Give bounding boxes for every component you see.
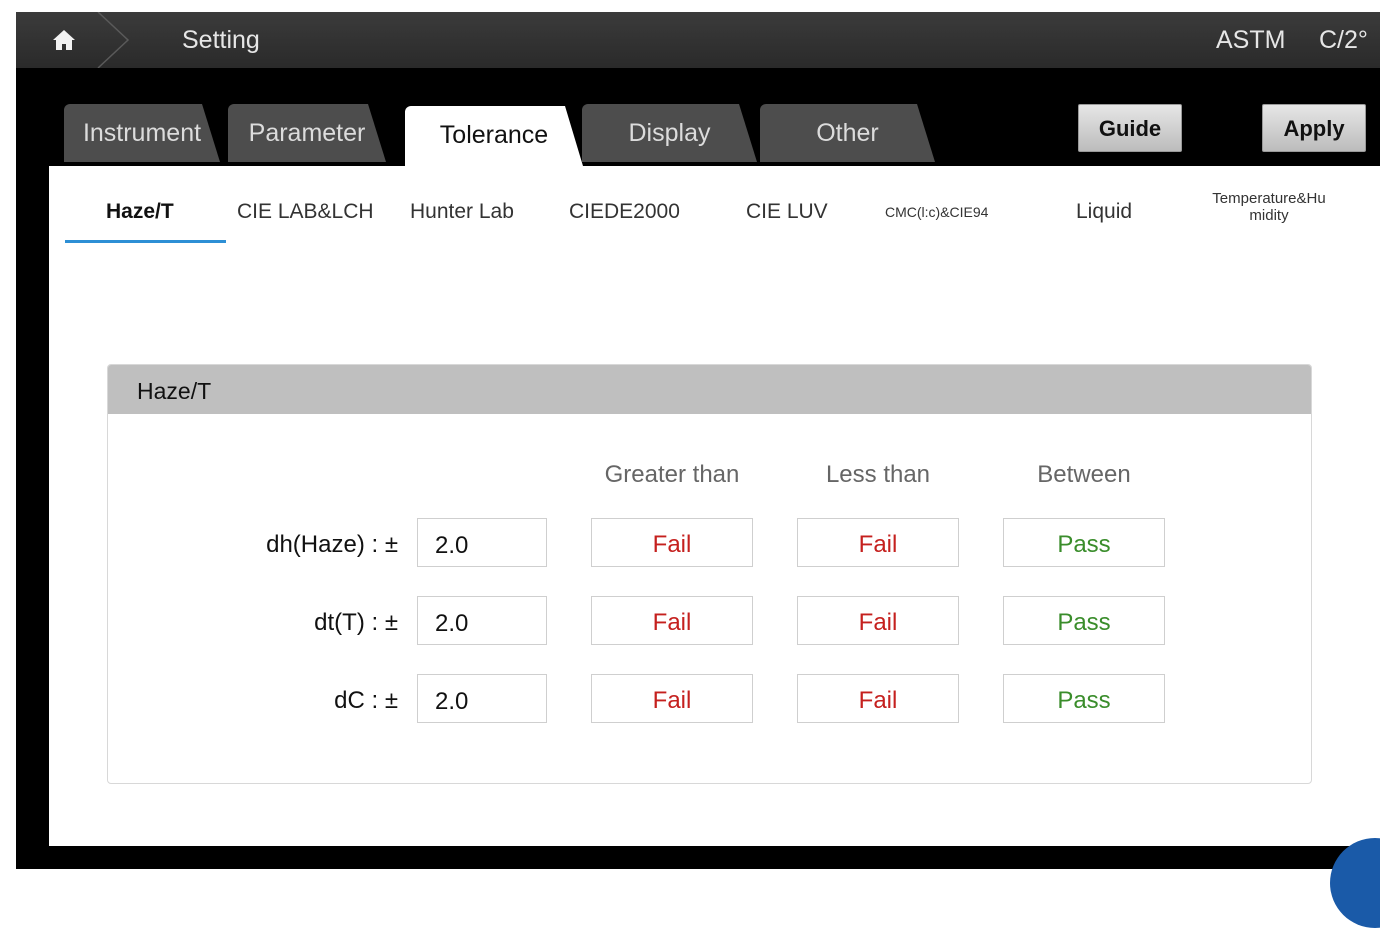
dc-input[interactable]: 2.0: [417, 674, 547, 723]
dh-haze-greater-than-button[interactable]: Fail: [591, 518, 753, 567]
dt-t-input[interactable]: 2.0: [417, 596, 547, 645]
tab-tolerance[interactable]: Tolerance: [405, 106, 583, 166]
subtab-temperature-humidity[interactable]: Temperature&Hu midity: [1199, 190, 1339, 224]
subtab-ciede2000[interactable]: CIEDE2000: [569, 200, 680, 224]
subtab-cie-luv[interactable]: CIE LUV: [746, 200, 828, 224]
column-header-less-than: Less than: [825, 461, 931, 488]
row-label-dt-t: dt(T) : ±: [314, 609, 398, 636]
dt-t-less-than-button[interactable]: Fail: [797, 596, 959, 645]
apply-button[interactable]: Apply: [1262, 104, 1366, 152]
tab-instrument[interactable]: Instrument: [64, 104, 220, 162]
active-subtab-indicator: [65, 240, 226, 243]
subtab-cie-lab-lch[interactable]: CIE LAB&LCH: [237, 200, 374, 224]
dc-between-button[interactable]: Pass: [1003, 674, 1165, 723]
dh-haze-between-button[interactable]: Pass: [1003, 518, 1165, 567]
tab-other[interactable]: Other: [760, 104, 935, 162]
dt-t-between-button[interactable]: Pass: [1003, 596, 1165, 645]
top-bar: Setting ASTM C/2°: [16, 12, 1380, 68]
panel-title: Haze/T: [137, 378, 212, 404]
breadcrumb-chevron-icon: [97, 12, 130, 68]
subtab-haze-t[interactable]: Haze/T: [106, 200, 174, 224]
guide-button[interactable]: Guide: [1078, 104, 1182, 152]
standard-indicator: ASTM: [1216, 26, 1286, 54]
page-title: Setting: [182, 26, 260, 54]
subtab-liquid[interactable]: Liquid: [1076, 200, 1132, 224]
tab-display[interactable]: Display: [582, 104, 757, 162]
row-label-dc: dC : ±: [334, 687, 398, 714]
content-area: Haze/T CIE LAB&LCH Hunter Lab CIEDE2000 …: [49, 166, 1380, 846]
haze-t-panel: Haze/T Greater than Less than Between dh…: [107, 364, 1312, 784]
observer-indicator: C/2°: [1319, 26, 1368, 54]
home-icon: [53, 30, 75, 50]
dh-haze-input[interactable]: 2.0: [417, 518, 547, 567]
dc-greater-than-button[interactable]: Fail: [591, 674, 753, 723]
subtab-cmc-cie94[interactable]: CMC(l:c)&CIE94: [885, 204, 988, 220]
column-header-greater-than: Greater than: [604, 461, 740, 488]
dt-t-greater-than-button[interactable]: Fail: [591, 596, 753, 645]
tab-parameter[interactable]: Parameter: [228, 104, 386, 162]
dc-less-than-button[interactable]: Fail: [797, 674, 959, 723]
subtab-hunter-lab[interactable]: Hunter Lab: [410, 200, 514, 224]
column-header-between: Between: [1037, 461, 1131, 488]
panel-header: Haze/T: [108, 365, 1311, 414]
device-screen: Setting ASTM C/2° Instrument Parameter D…: [16, 12, 1380, 869]
dh-haze-less-than-button[interactable]: Fail: [797, 518, 959, 567]
row-label-dh-haze: dh(Haze) : ±: [266, 531, 398, 558]
